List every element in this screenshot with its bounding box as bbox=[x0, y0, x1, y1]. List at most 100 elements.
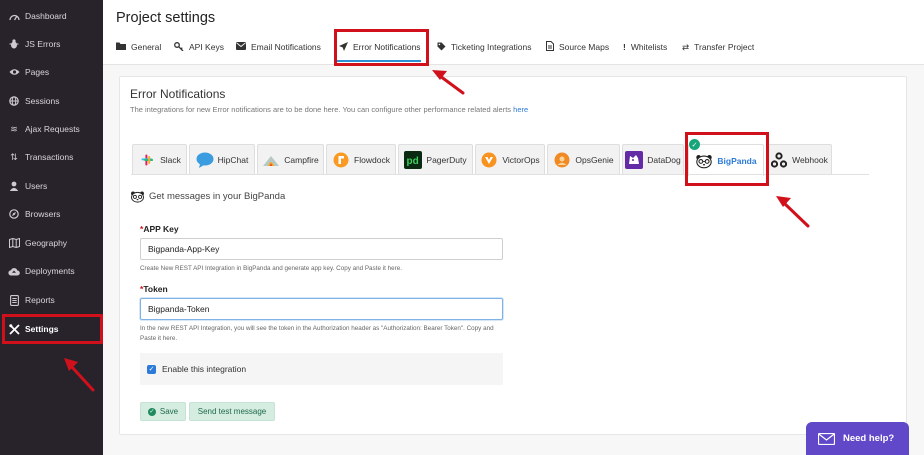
tab-transfer-project[interactable]: ⇄ Transfer Project bbox=[682, 40, 754, 54]
sidebar-item-label: Users bbox=[25, 181, 48, 191]
exchange-icon: ≋ bbox=[10, 123, 18, 134]
user-icon bbox=[8, 180, 20, 192]
sidebar-item-browsers[interactable]: Browsers bbox=[0, 200, 103, 228]
sidebar-item-sessions[interactable]: Sessions bbox=[0, 87, 103, 115]
app-key-input[interactable]: Bigpanda-App-Key bbox=[140, 238, 503, 260]
file-icon bbox=[546, 41, 554, 53]
tab-general[interactable]: General bbox=[116, 40, 161, 54]
tab-source-maps[interactable]: Source Maps bbox=[546, 40, 609, 54]
enable-checkbox[interactable]: ✓ bbox=[147, 364, 156, 374]
exclamation-icon: ! bbox=[623, 42, 626, 52]
integration-tab-label: DataDog bbox=[647, 155, 681, 165]
pagerduty-logo-icon: pd bbox=[404, 151, 423, 169]
integration-tab-slack[interactable]: Slack bbox=[132, 144, 187, 175]
sidebar-item-dashboard[interactable]: Dashboard bbox=[0, 2, 103, 30]
integration-tab-label: VictorOps bbox=[502, 155, 540, 165]
sidebar-item-label: Browsers bbox=[25, 209, 61, 219]
token-label: *Token bbox=[140, 284, 168, 294]
envelope-icon bbox=[236, 42, 246, 52]
integration-tab-campfire[interactable]: Campfire bbox=[257, 144, 324, 175]
tab-highlight-box bbox=[334, 29, 429, 66]
card-description-text: The integrations for new Error notificat… bbox=[130, 105, 512, 114]
form-heading: Get messages in your BigPanda bbox=[130, 190, 285, 203]
settings-header: Project settings General API Keys Email … bbox=[103, 0, 924, 66]
card-description: The integrations for new Error notificat… bbox=[130, 105, 528, 114]
gauge-icon bbox=[8, 10, 20, 22]
document-icon bbox=[8, 294, 20, 306]
sidebar-item-js-errors[interactable]: JS Errors bbox=[0, 30, 103, 58]
swap-icon: ⇄ bbox=[682, 41, 690, 52]
sidebar-item-label: Geography bbox=[25, 238, 68, 248]
token-label-text: Token bbox=[143, 284, 168, 294]
need-help-button[interactable]: Need help? bbox=[806, 422, 909, 455]
sidebar-item-label: Ajax Requests bbox=[25, 124, 80, 134]
sidebar-item-transactions[interactable]: ⇅ Transactions bbox=[0, 143, 103, 171]
integration-tab-webhook[interactable]: Webhook bbox=[766, 144, 832, 175]
sidebar-item-label: Pages bbox=[25, 67, 50, 77]
campfire-logo-icon bbox=[262, 151, 280, 169]
cloud-upload-icon bbox=[8, 265, 20, 277]
opsgenie-logo-icon bbox=[553, 151, 571, 169]
sidebar-item-label: Deployments bbox=[25, 266, 75, 276]
sidebar-item-reports[interactable]: Reports bbox=[0, 286, 103, 314]
integration-tab-pagerduty[interactable]: pd PagerDuty bbox=[398, 144, 473, 175]
key-icon bbox=[174, 41, 184, 53]
sidebar-item-geography[interactable]: Geography bbox=[0, 229, 103, 257]
svg-text:pd: pd bbox=[407, 156, 419, 167]
sidebar-item-label: Reports bbox=[25, 295, 55, 305]
tab-label: Whitelists bbox=[630, 42, 668, 52]
integration-tab-label: PagerDuty bbox=[426, 155, 467, 165]
need-help-label: Need help? bbox=[843, 433, 895, 444]
integration-tab-datadog[interactable]: DataDog bbox=[622, 144, 684, 175]
sidebar-item-label: Sessions bbox=[25, 96, 60, 106]
integration-tab-label: OpsGenie bbox=[575, 155, 614, 165]
integration-tab-flowdock[interactable]: Flowdock bbox=[326, 144, 396, 175]
tab-label: Ticketing Integrations bbox=[451, 42, 532, 52]
tab-whitelists[interactable]: ! Whitelists bbox=[623, 40, 667, 54]
send-test-message-button[interactable]: Send test message bbox=[189, 402, 275, 421]
integration-tab-hipchat[interactable]: HipChat bbox=[189, 144, 255, 175]
tab-ticketing-integrations[interactable]: Ticketing Integrations bbox=[437, 40, 531, 54]
card-title: Error Notifications bbox=[130, 87, 226, 101]
integration-tab-label: Flowdock bbox=[354, 155, 390, 165]
performance-alerts-link[interactable]: here bbox=[513, 105, 528, 114]
victorops-logo-icon bbox=[480, 151, 498, 169]
compass-icon bbox=[8, 208, 20, 220]
tab-label: Transfer Project bbox=[694, 42, 755, 52]
sidebar: Dashboard JS Errors Pages Sessions ≋ Aja… bbox=[0, 0, 103, 455]
webhook-logo-icon bbox=[770, 151, 788, 169]
sidebar-item-ajax-requests[interactable]: ≋ Ajax Requests bbox=[0, 115, 103, 143]
token-help: In the new REST API Integration, you wil… bbox=[140, 325, 494, 342]
error-notifications-card: Error Notifications The integrations for… bbox=[119, 76, 907, 435]
integration-tab-label: Campfire bbox=[284, 155, 319, 165]
save-button[interactable]: ✓ Save bbox=[140, 402, 186, 421]
tab-label: Source Maps bbox=[559, 42, 610, 52]
tab-email-notifications[interactable]: Email Notifications bbox=[236, 40, 321, 54]
app-key-label: *APP Key bbox=[140, 224, 179, 234]
integration-tab-label: Webhook bbox=[792, 155, 828, 165]
tab-api-keys[interactable]: API Keys bbox=[174, 40, 224, 54]
settings-highlight-box bbox=[2, 314, 103, 344]
check-circle-icon: ✓ bbox=[147, 407, 156, 416]
token-input[interactable]: Bigpanda-Token bbox=[140, 298, 503, 320]
tab-label: Email Notifications bbox=[251, 42, 321, 52]
integration-tab-victorops[interactable]: VictorOps bbox=[475, 144, 545, 175]
sidebar-item-deployments[interactable]: Deployments bbox=[0, 257, 103, 285]
globe-icon bbox=[8, 95, 20, 107]
sidebar-item-users[interactable]: Users bbox=[0, 172, 103, 200]
form-heading-text: Get messages in your BigPanda bbox=[149, 191, 286, 202]
slack-logo-icon bbox=[138, 151, 156, 169]
tab-label: General bbox=[131, 42, 162, 52]
sidebar-item-pages[interactable]: Pages bbox=[0, 58, 103, 86]
integration-tab-opsgenie[interactable]: OpsGenie bbox=[547, 144, 620, 175]
eye-icon bbox=[8, 66, 20, 78]
hipchat-logo-icon bbox=[196, 151, 214, 169]
integration-tab-label: Slack bbox=[160, 155, 181, 165]
enable-label[interactable]: Enable this integration bbox=[162, 364, 246, 374]
integration-tab-label: HipChat bbox=[217, 155, 249, 165]
sidebar-item-label: Transactions bbox=[25, 152, 74, 162]
bigpanda-small-icon bbox=[131, 191, 144, 203]
save-button-label: Save bbox=[159, 407, 179, 416]
check-icon: ✓ bbox=[689, 139, 700, 150]
enable-integration-row: ✓ Enable this integration bbox=[140, 353, 503, 385]
